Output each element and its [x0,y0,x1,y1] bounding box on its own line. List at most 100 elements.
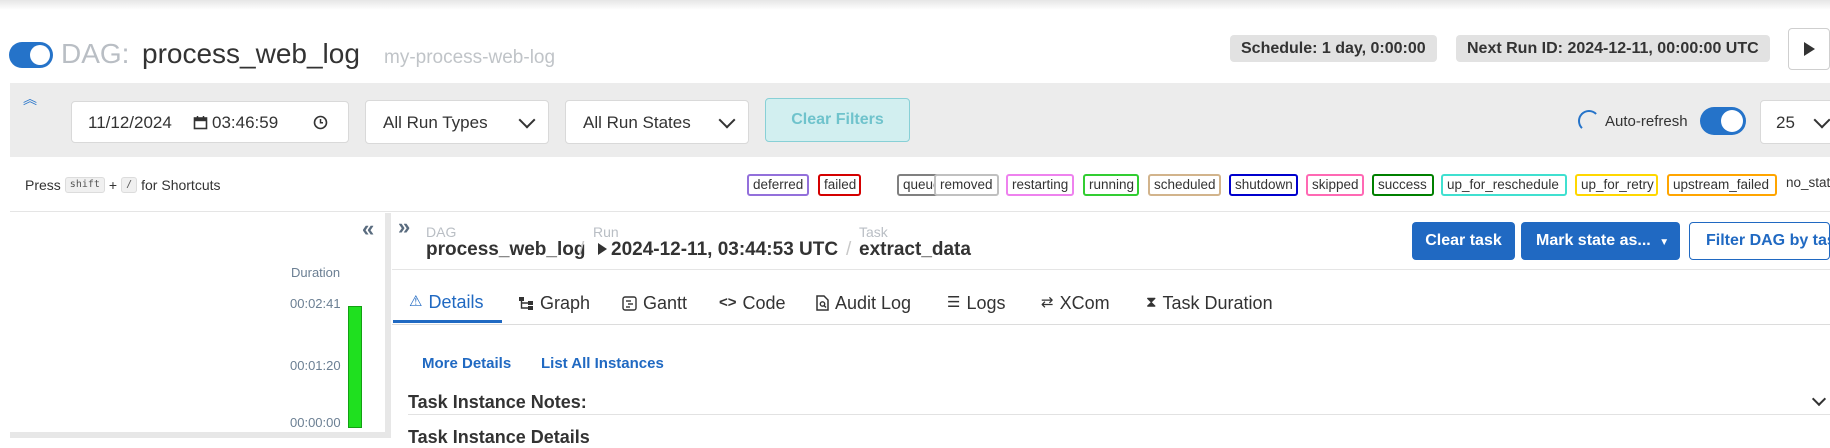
legend-no-status[interactable]: no_status [1782,174,1830,196]
chevron-down-icon [718,111,736,129]
caret-down-icon: ▼ [1659,237,1670,248]
tick-label: 00:00:00 [290,415,341,430]
slash-key: / [121,177,138,193]
legend-skipped[interactable]: skipped [1306,174,1364,196]
shortcuts-press: Press [25,177,61,193]
legend-removed[interactable]: removed [934,174,999,196]
task-instance-notes-heading[interactable]: Task Instance Notes: [408,392,587,413]
xcom-icon: ⇄ [1041,294,1054,311]
crumb-task-label: Task [859,224,888,240]
duration-label: Duration [291,265,341,280]
legend-up-for-retry[interactable]: up_for_retry [1575,174,1658,196]
tab-audit-log[interactable]: Audit Log [816,283,911,323]
legend-shutdown[interactable]: shutdown [1229,174,1298,196]
filter-dag-by-task-button[interactable]: Filter DAG by task [1689,222,1830,260]
mark-state-button[interactable]: Mark state as... ▼ [1521,222,1680,260]
dag-title: process_web_log [142,38,360,69]
page-size-value: 25 [1776,113,1795,132]
tab-label: Gantt [643,293,688,313]
shortcuts-text: for Shortcuts [141,177,221,193]
crumb-run-value[interactable]: 2024-12-11, 03:44:53 UTC [611,239,838,261]
tab-details[interactable]: ⚠ Details [393,283,502,323]
divider [10,211,1830,212]
refresh-spinner-icon [1578,110,1600,132]
tab-label: Details [428,291,484,312]
legend-scheduled[interactable]: scheduled [1148,174,1221,196]
crumb-dag-label: DAG [426,224,457,240]
dag-pause-toggle[interactable] [9,42,53,68]
crumb-run-label: Run [593,224,619,240]
audit-log-icon [816,295,829,311]
mark-state-label: Mark state as... [1536,232,1651,249]
trigger-dag-button[interactable] [1788,28,1830,70]
legend-up-for-reschedule[interactable]: up_for_reschedule [1441,174,1567,196]
legend-deferred[interactable]: deferred [747,174,809,196]
top-shadow [0,0,1830,10]
tab-label: Task Duration [1162,293,1273,313]
tab-code[interactable]: <> Code [719,283,786,323]
base-date-input[interactable]: 11/12/2024 03:46:59 [71,101,349,143]
run-type-value: All Run Types [383,113,488,132]
clear-filters-button[interactable]: Clear Filters [765,98,910,142]
tab-logs[interactable]: ☰ Logs [947,283,1006,323]
shortcuts-plus: + [108,177,118,193]
more-details-link[interactable]: More Details [422,355,511,372]
dag-prefix: DAG: [61,38,130,69]
panel-resizer[interactable] [385,213,391,438]
warning-icon: ⚠ [409,292,423,310]
calendar-icon[interactable] [193,115,208,130]
crumb-dag-value[interactable]: process_web_log [426,239,585,261]
tab-graph[interactable]: Graph [518,283,590,323]
schedule-badge: Schedule: 1 day, 0:00:00 [1230,35,1437,62]
tab-task-duration[interactable]: ⧗ Task Duration [1146,283,1273,323]
chevron-down-icon[interactable] [1811,391,1827,407]
time-value: 03:46:59 [212,113,279,132]
logs-icon: ☰ [947,294,961,311]
tick-label: 00:01:20 [290,358,341,373]
divider [408,414,1830,415]
divider [392,269,1830,270]
tab-label: Graph [540,293,591,313]
tab-xcom[interactable]: ⇄ XCom [1041,283,1110,323]
crumb-separator: / [846,239,852,260]
run-state-value: All Run States [583,113,691,132]
tab-label: Logs [966,293,1006,313]
tab-label: XCom [1059,293,1110,313]
hourglass-icon: ⧗ [1146,294,1157,311]
play-icon [1804,42,1815,56]
code-icon: <> [719,294,737,311]
run-play-icon [598,243,607,255]
tab-gantt[interactable]: Gantt [622,283,687,323]
run-type-select[interactable]: All Run Types [365,100,549,144]
tabs-underline [392,324,1830,325]
clear-task-button[interactable]: Clear task [1412,222,1515,260]
chevron-down-icon [518,111,536,129]
tick-label: 00:02:41 [290,296,341,311]
list-all-instances-link[interactable]: List All Instances [541,355,664,372]
collapse-up-icon[interactable]: ︽ [23,92,37,106]
legend-upstream-failed[interactable]: upstream_failed [1667,174,1777,196]
legend-restarting[interactable]: restarting [1006,174,1074,196]
next-run-badge: Next Run ID: 2024-12-11, 00:00:00 UTC [1456,35,1770,62]
legend-success[interactable]: success [1372,174,1434,196]
clock-icon[interactable] [313,115,328,130]
dag-display-name: my-process-web-log [384,47,556,68]
crumb-task-value: extract_data [859,239,971,260]
shortcuts-hint: Press shift + / for Shortcuts [25,177,221,193]
run-state-select[interactable]: All Run States [565,100,749,144]
tab-label: Audit Log [835,293,912,313]
auto-refresh-label: Auto-refresh [1605,113,1688,130]
shift-key: shift [64,177,105,193]
graph-icon [519,296,533,310]
auto-refresh-toggle[interactable] [1700,107,1746,135]
run-duration-bar[interactable] [348,306,362,428]
horizontal-scrollbar[interactable] [10,432,385,438]
expand-right-icon[interactable]: » [398,214,410,240]
crumb-separator: / [579,239,585,260]
date-value: 11/12/2024 [88,113,172,132]
legend-running[interactable]: running [1083,174,1139,196]
gantt-icon [622,295,637,311]
page-size-select[interactable]: 25 [1760,100,1830,144]
legend-failed[interactable]: failed [818,174,861,196]
collapse-left-icon[interactable]: « [362,216,374,242]
